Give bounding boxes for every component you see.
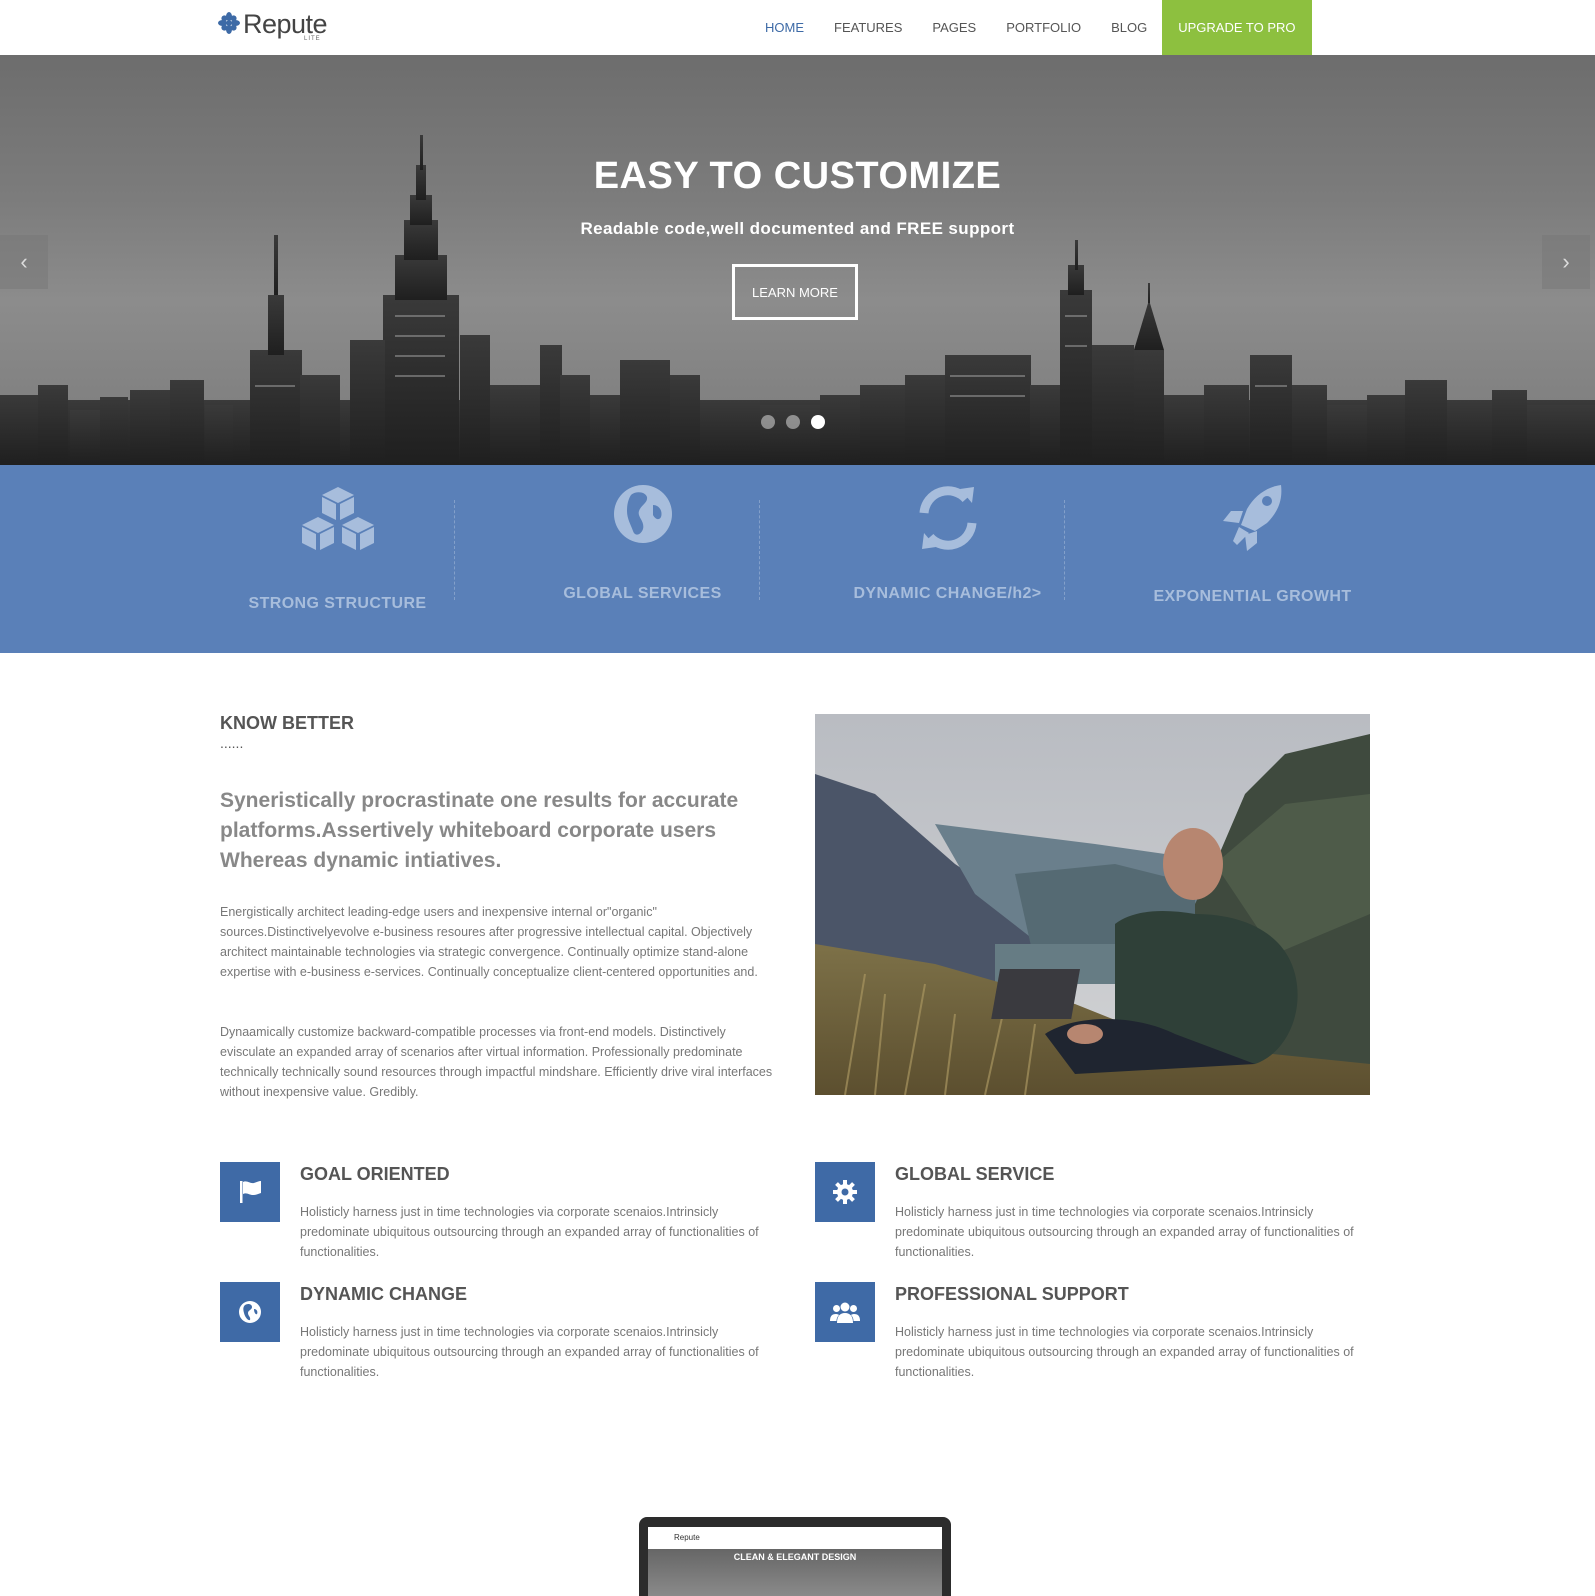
professional-support-icon-box bbox=[815, 1282, 875, 1342]
slider-dot-active[interactable] bbox=[811, 415, 825, 429]
service-title: GOAL ORIENTED bbox=[300, 1164, 450, 1184]
main-nav: HOME FEATURES PAGES PORTFOLIO BLOG UPGRA… bbox=[750, 0, 1312, 55]
feature-dynamic-change[interactable]: DYNAMIC CHANGE/h2> bbox=[795, 465, 1100, 653]
service-text: Holisticly harness just in time technolo… bbox=[300, 1325, 759, 1379]
feature-label: EXPONENTIAL GROWHT bbox=[1153, 588, 1352, 605]
brand-name: Repute bbox=[243, 9, 328, 39]
divider bbox=[1064, 500, 1065, 600]
nav-item-portfolio[interactable]: PORTFOLIO bbox=[991, 0, 1096, 55]
global-service-icon-box bbox=[815, 1162, 875, 1222]
feature-label: STRONG STRUCTURE bbox=[248, 595, 427, 612]
feature-strong-structure[interactable]: STRONG STRUCTURE bbox=[185, 465, 490, 653]
rocket-icon bbox=[1222, 485, 1281, 551]
divider bbox=[759, 500, 760, 600]
screen-header: Repute bbox=[648, 1527, 942, 1549]
learn-more-button[interactable]: LEARN MORE bbox=[732, 264, 858, 320]
feature-exponential-growth[interactable]: EXPONENTIAL GROWHT bbox=[1100, 465, 1405, 653]
nav-item-pages[interactable]: PAGES bbox=[917, 0, 991, 55]
chevron-right-icon: › bbox=[1562, 249, 1570, 274]
service-professional-support: PROFESSIONAL SUPPORT Holisticly harness … bbox=[815, 1282, 1375, 1392]
know-better-paragraph-2: Dynaamically customize backward-compatib… bbox=[220, 1025, 773, 1099]
nav-item-features[interactable]: FEATURES bbox=[819, 0, 917, 55]
goal-oriented-icon-box bbox=[220, 1162, 280, 1222]
asterisk-icon bbox=[218, 12, 240, 34]
city-skyline-image bbox=[0, 135, 1595, 465]
gear-icon bbox=[833, 1180, 857, 1204]
hero-title: EASY TO CUSTOMIZE bbox=[593, 155, 1002, 197]
screen-hero-title: CLEAN & ELEGANT DESIGN bbox=[733, 1552, 857, 1562]
slider-prev-button[interactable]: ‹ bbox=[0, 235, 48, 289]
cubes-icon bbox=[301, 487, 374, 550]
service-text: Holisticly harness just in time technolo… bbox=[895, 1325, 1354, 1379]
man-with-laptop-photo bbox=[815, 714, 1370, 1095]
service-title: PROFESSIONAL SUPPORT bbox=[895, 1284, 1129, 1304]
slider-dots bbox=[761, 415, 825, 429]
hero-slider: ‹ › EASY TO CUSTOMIZE Readable code,well… bbox=[0, 55, 1595, 465]
chevron-left-icon: ‹ bbox=[20, 249, 28, 274]
service-text: Holisticly harness just in time technolo… bbox=[895, 1205, 1354, 1259]
feature-label: DYNAMIC CHANGE/h2> bbox=[853, 585, 1042, 602]
feature-global-services[interactable]: GLOBAL SERVICES bbox=[490, 465, 795, 653]
slider-dot[interactable] bbox=[761, 415, 775, 429]
globe-icon bbox=[239, 1301, 261, 1323]
title-underline-dots: ...... bbox=[220, 735, 244, 751]
upgrade-to-pro-button[interactable]: UPGRADE TO PRO bbox=[1162, 0, 1312, 55]
site-header: Repute LITE HOME FEATURES PAGES PORTFOLI… bbox=[0, 0, 1595, 55]
flag-icon bbox=[240, 1181, 261, 1203]
laptop-showcase-image: Repute CLEAN & ELEGANT DESIGN bbox=[639, 1517, 951, 1596]
know-better-lead: Syneristically procrastinate one results… bbox=[220, 789, 739, 872]
divider bbox=[454, 500, 455, 600]
service-goal-oriented: GOAL ORIENTED Holisticly harness just in… bbox=[220, 1162, 780, 1272]
brand-logo[interactable]: Repute LITE bbox=[218, 9, 328, 46]
nav-item-home[interactable]: HOME bbox=[750, 0, 819, 55]
nav-item-blog[interactable]: BLOG bbox=[1096, 0, 1162, 55]
refresh-icon bbox=[919, 486, 976, 550]
feature-label: GLOBAL SERVICES bbox=[563, 585, 722, 602]
users-icon bbox=[830, 1302, 860, 1323]
slider-dot[interactable] bbox=[786, 415, 800, 429]
service-text: Holisticly harness just in time technolo… bbox=[300, 1205, 759, 1259]
hero-subtitle: Readable code,well documented and FREE s… bbox=[580, 219, 1015, 238]
brand-sub: LITE bbox=[304, 36, 321, 42]
service-title: GLOBAL SERVICE bbox=[895, 1164, 1055, 1184]
features-band: STRONG STRUCTURE GLOBAL SERVICES DYNAMIC… bbox=[0, 465, 1595, 653]
laptop-screen: Repute CLEAN & ELEGANT DESIGN bbox=[648, 1527, 942, 1596]
service-title: DYNAMIC CHANGE bbox=[300, 1284, 468, 1304]
know-better-paragraph-1: Energistically architect leading-edge us… bbox=[220, 905, 758, 979]
service-global-service: GLOBAL SERVICE Holisticly harness just i… bbox=[815, 1162, 1375, 1272]
globe-icon bbox=[613, 485, 672, 543]
service-dynamic-change: DYNAMIC CHANGE Holisticly harness just i… bbox=[220, 1282, 780, 1392]
know-better-title: KNOW BETTER bbox=[220, 713, 354, 733]
dynamic-change-icon-box bbox=[220, 1282, 280, 1342]
slider-next-button[interactable]: › bbox=[1542, 235, 1590, 289]
screen-logo: Repute bbox=[674, 1533, 700, 1542]
